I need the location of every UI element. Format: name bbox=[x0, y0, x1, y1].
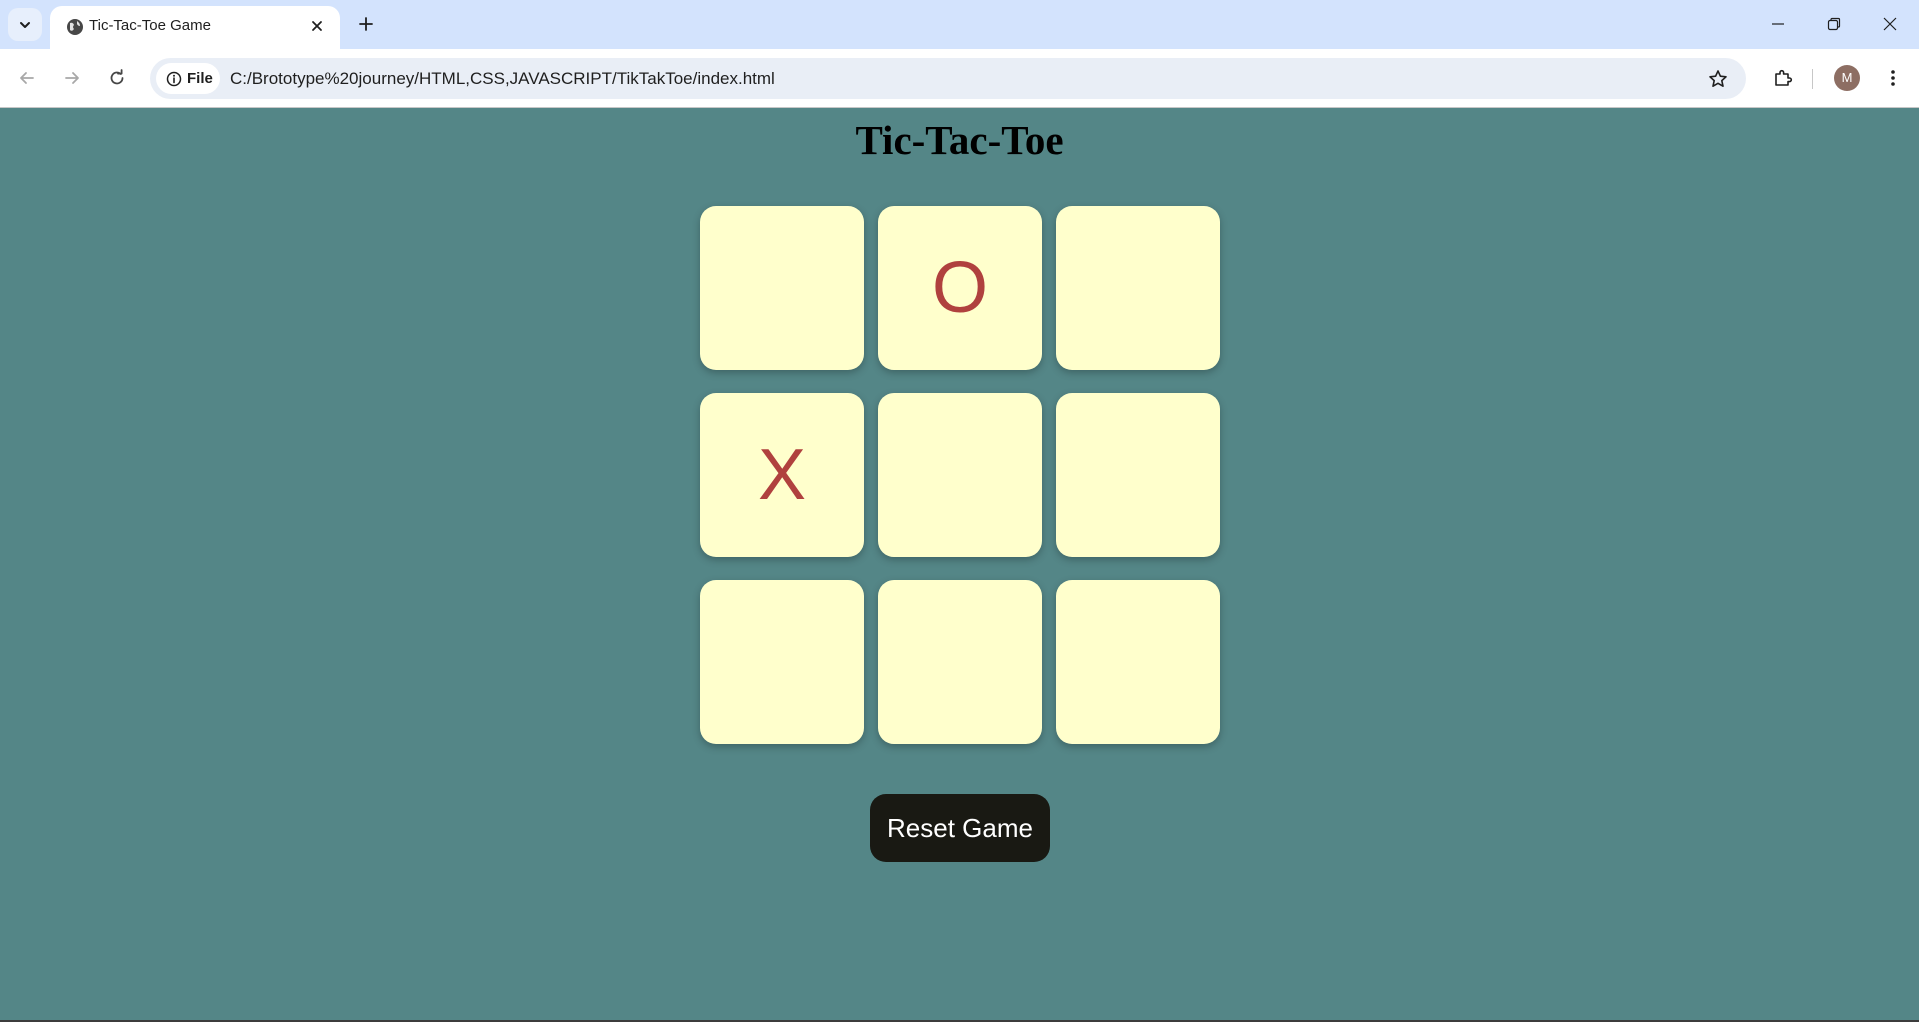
star-icon bbox=[1709, 70, 1727, 87]
board-cell[interactable] bbox=[1056, 580, 1220, 744]
close-icon bbox=[1883, 17, 1897, 31]
page-title: Tic-Tac-Toe bbox=[855, 117, 1064, 163]
puzzle-icon bbox=[1775, 69, 1793, 86]
new-tab-button[interactable] bbox=[353, 10, 379, 38]
board-cell[interactable] bbox=[878, 393, 1042, 557]
globe-icon bbox=[64, 16, 86, 38]
chevron-down-icon bbox=[20, 21, 30, 28]
address-bar[interactable]: File C:/Brototype%20journey/HTML,CSS,JAV… bbox=[150, 58, 1746, 99]
plus-icon bbox=[359, 17, 373, 31]
arrow-right-icon bbox=[65, 72, 79, 84]
tab-strip: Tic-Tac-Toe Game bbox=[0, 0, 1919, 49]
url-text[interactable]: C:/Brototype%20journey/HTML,CSS,JAVASCRI… bbox=[230, 58, 775, 99]
reset-game-button[interactable]: Reset Game bbox=[870, 794, 1050, 862]
close-window-button[interactable] bbox=[1870, 8, 1910, 40]
browser-toolbar: File C:/Brototype%20journey/HTML,CSS,JAV… bbox=[0, 49, 1919, 108]
page-viewport: Tic-Tac-Toe O X Reset Game bbox=[0, 108, 1919, 1020]
site-info-chip[interactable]: File bbox=[156, 63, 220, 94]
board-cell[interactable] bbox=[1056, 393, 1220, 557]
board-cell[interactable] bbox=[700, 580, 864, 744]
toolbar-divider bbox=[1812, 69, 1813, 89]
board-cell[interactable]: O bbox=[878, 206, 1042, 370]
board-cell[interactable] bbox=[1056, 206, 1220, 370]
site-chip-label: File bbox=[187, 70, 213, 87]
reload-icon bbox=[110, 69, 124, 85]
bookmark-button[interactable] bbox=[1706, 67, 1730, 91]
minimize-button[interactable] bbox=[1758, 8, 1798, 40]
more-vertical-icon bbox=[1891, 70, 1895, 86]
profile-avatar[interactable]: M bbox=[1834, 65, 1860, 91]
restore-icon bbox=[1827, 17, 1841, 31]
active-tab[interactable]: Tic-Tac-Toe Game bbox=[50, 6, 340, 49]
info-icon bbox=[166, 71, 182, 86]
tab-title: Tic-Tac-Toe Game bbox=[89, 17, 211, 34]
restore-button[interactable] bbox=[1814, 8, 1854, 40]
arrow-left-icon bbox=[20, 72, 34, 84]
close-tab-icon[interactable] bbox=[306, 15, 328, 37]
extensions-button[interactable] bbox=[1766, 61, 1800, 95]
reload-button[interactable] bbox=[100, 61, 134, 95]
tab-search-button[interactable] bbox=[8, 8, 42, 41]
forward-button[interactable] bbox=[55, 61, 89, 95]
game-board: O X bbox=[700, 206, 1220, 744]
minimize-icon bbox=[1772, 23, 1784, 25]
board-cell[interactable] bbox=[700, 206, 864, 370]
back-button[interactable] bbox=[10, 61, 44, 95]
browser-menu-button[interactable] bbox=[1876, 61, 1910, 95]
board-cell[interactable] bbox=[878, 580, 1042, 744]
board-cell[interactable]: X bbox=[700, 393, 864, 557]
